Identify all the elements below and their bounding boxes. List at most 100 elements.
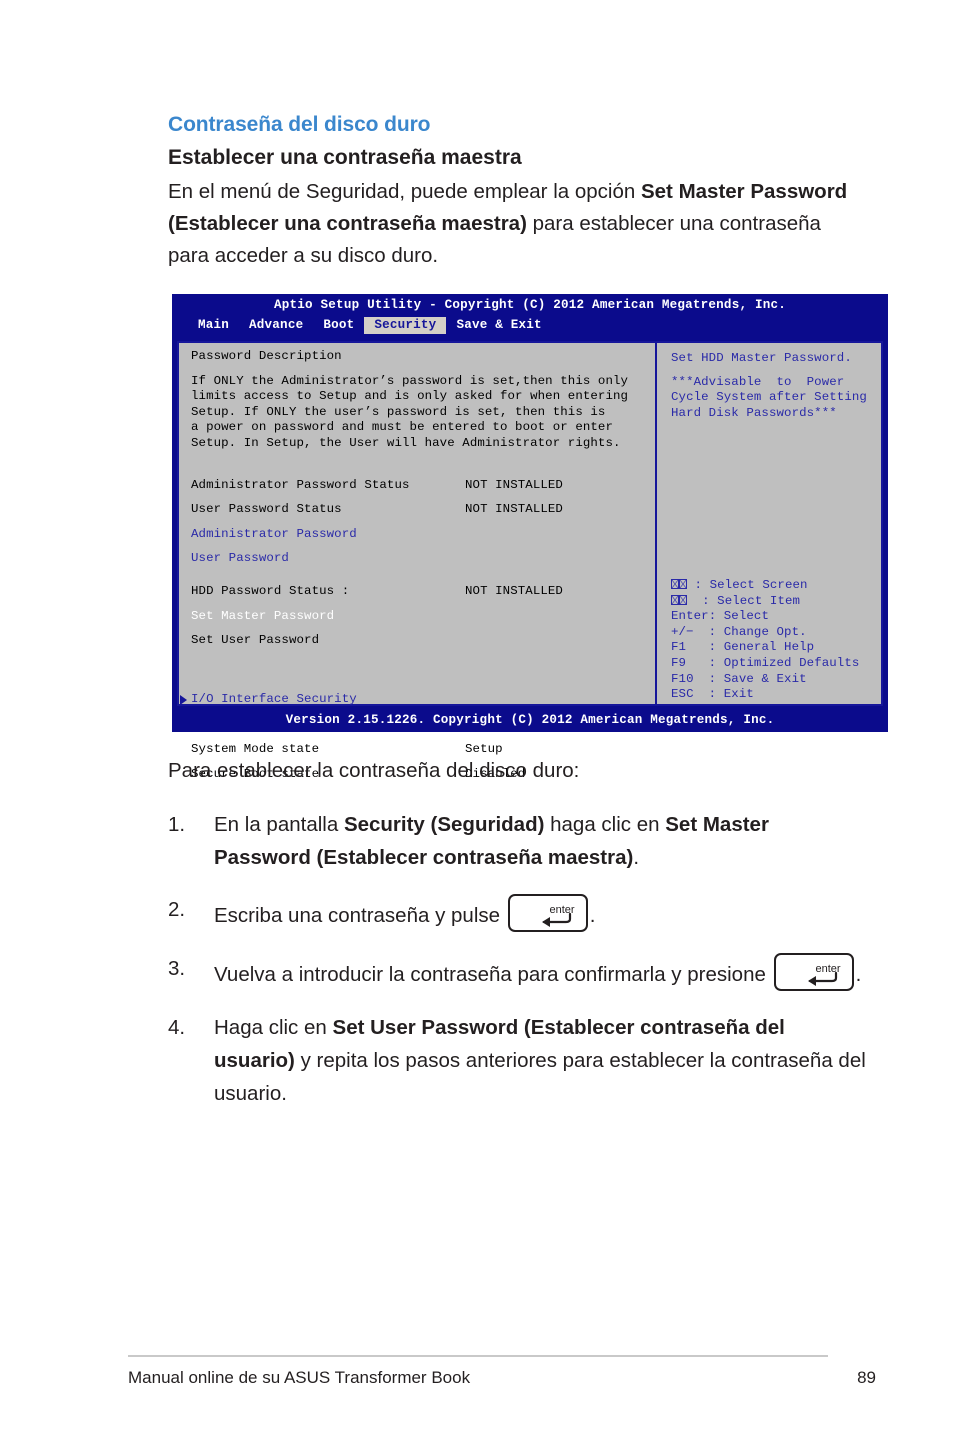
description-line: Setup. In Setup, the User will have Admi… — [191, 435, 621, 450]
description-line: If ONLY the Administrator’s password is … — [191, 373, 629, 388]
key-sep: : — [693, 671, 724, 686]
key-name: Enter — [671, 609, 709, 624]
bios-tab-main[interactable]: Main — [188, 317, 239, 334]
text-fragment: haga clic en — [544, 812, 666, 836]
text-fragment: . — [855, 963, 862, 987]
text-fragment: . — [633, 845, 640, 869]
bios-tab-security[interactable]: Security — [364, 317, 447, 334]
bios-row-hdd-password-status: HDD Password Status : NOT INSTALLED — [191, 584, 655, 600]
key-legend-row-enter: Enter: Select — [671, 609, 859, 625]
key-legend-row-f1: F1 : General Help — [671, 640, 859, 656]
list-item-number: 1. — [168, 812, 186, 836]
bios-row-administrator-password[interactable]: Administrator Password — [191, 527, 655, 543]
bios-settings-panel: Password Description If ONLY the Adminis… — [179, 343, 657, 781]
help-title: Set HDD Master Password. — [671, 351, 852, 365]
key-name: ESC — [671, 687, 694, 702]
list-item-number: 3. — [168, 957, 186, 981]
description-line: limits access to Setup and is only asked… — [191, 389, 629, 404]
key-action: Select Screen — [709, 578, 808, 592]
footer-divider — [128, 1355, 828, 1357]
key-action: General Help — [723, 640, 815, 655]
list-item-text: En la pantalla Security (Seguridad) haga… — [214, 809, 868, 875]
key-legend-row-change-opt: +/− : Change Opt. — [671, 625, 859, 641]
field-label: HDD Password Status : — [191, 583, 350, 598]
key-legend-row-select-item: : Select Item — [671, 594, 859, 610]
help-note-line: Cycle System after Setting — [671, 390, 867, 405]
field-value: NOT INSTALLED — [465, 477, 563, 492]
left-right-arrow-icon — [679, 579, 687, 589]
list-item-number: 4. — [168, 1015, 186, 1039]
bios-row-user-password[interactable]: User Password — [191, 551, 655, 567]
bios-key-legend: : Select Screen : Select Item Enter: Sel… — [671, 578, 859, 703]
list-item: 1. En la pantalla Security (Seguridad) h… — [168, 809, 868, 875]
text-fragment: Haga clic en — [214, 1015, 333, 1039]
list-item-text: Escriba una contraseña y pulse enter. — [214, 894, 868, 933]
key-action: Change Opt. — [723, 624, 807, 639]
bios-row-io-interface-security[interactable]: I/O Interface Security — [180, 692, 655, 708]
help-text-block: Set HDD Master Password. ***Advisable to… — [671, 351, 881, 421]
text-fragment: Escriba una contraseña y pulse — [214, 904, 506, 928]
key-name: F1 — [671, 640, 687, 655]
page-footer: Manual online de su ASUS Transformer Boo… — [128, 1368, 876, 1388]
bios-row-admin-password-status: Administrator Password Status NOT INSTAL… — [191, 478, 655, 494]
key-action: Save & Exit — [723, 671, 807, 686]
list-item-text: Haga clic en Set User Password (Establec… — [214, 1012, 868, 1110]
key-legend-row-f10: F10 : Save & Exit — [671, 672, 859, 688]
bios-version-bar: Version 2.15.1226. Copyright (C) 2012 Am… — [285, 713, 775, 727]
key-legend-row-esc: ESC : Exit — [671, 687, 859, 703]
instructions-lead: Para establecer la contraseña del disco … — [168, 759, 580, 782]
key-action: Select — [723, 609, 769, 624]
help-note-line: Hard Disk Passwords*** — [671, 405, 837, 420]
key-name: +/− — [671, 624, 694, 639]
bios-tab-advance[interactable]: Advance — [239, 317, 313, 334]
list-item-number: 2. — [168, 898, 186, 922]
bios-setup-screenshot: Aptio Setup Utility - Copyright (C) 2012… — [172, 294, 888, 781]
field-label: User Password Status — [191, 502, 342, 517]
list-item: 2. Escriba una contraseña y pulse enter. — [168, 894, 868, 933]
list-item-text: Vuelva a introducir la contraseña para c… — [214, 953, 868, 992]
password-description-heading: Password Description — [191, 349, 342, 363]
bios-row-user-password-status: User Password Status NOT INSTALLED — [191, 502, 655, 518]
field-value: NOT INSTALLED — [465, 502, 563, 517]
field-label: Administrator Password Status — [191, 477, 410, 492]
key-sep: : — [686, 655, 724, 670]
text-fragment-bold: Security (Seguridad) — [343, 812, 545, 836]
key-sep: : — [693, 624, 724, 639]
key-legend-row-select-screen: : Select Screen — [671, 578, 859, 594]
key-name: F9 — [671, 655, 687, 670]
instructions-section: Para establecer la contraseña del disco … — [168, 756, 868, 1130]
submenu-arrow-icon — [180, 694, 187, 705]
page-number: 89 — [857, 1368, 876, 1387]
help-note-line: ***Advisable to Power — [671, 374, 845, 389]
bios-content-area: Password Description If ONLY the Adminis… — [177, 341, 883, 781]
key-sep: : — [687, 593, 718, 608]
up-down-arrow-icon — [679, 594, 687, 605]
key-action: Optimized Defaults — [723, 655, 860, 670]
description-line: a power on password and must be entered … — [191, 420, 613, 435]
text-fragment: Vuelva a introducir la contraseña para c… — [214, 963, 772, 987]
text-fragment: . — [589, 904, 596, 928]
key-sep: : — [687, 578, 710, 592]
key-legend-row-f9: F9 : Optimized Defaults — [671, 656, 859, 672]
up-down-arrow-icon — [671, 594, 679, 605]
footer-title: Manual online de su ASUS Transformer Boo… — [128, 1368, 471, 1387]
submenu-label: I/O Interface Security — [191, 691, 357, 706]
bios-row-set-master-password[interactable]: Set Master Password — [191, 609, 655, 625]
enter-key-icon: enter — [773, 953, 854, 992]
key-sep: : — [686, 640, 724, 655]
field-value: NOT INSTALLED — [465, 583, 563, 598]
bios-row-set-user-password[interactable]: Set User Password — [191, 633, 655, 649]
document-page: Contraseña del disco duro Establecer una… — [0, 0, 954, 1438]
bios-tab-save-exit[interactable]: Save & Exit — [446, 317, 551, 334]
text-fragment: En la pantalla — [214, 812, 344, 836]
page-title: Contraseña del disco duro — [168, 113, 431, 136]
bios-menu-bar: Main Advance Boot Security Save & Exit — [172, 314, 888, 334]
key-sep: : — [693, 687, 724, 702]
text-fragment: y repita los pasos anteriores para estab… — [214, 1048, 866, 1105]
description-line: Setup. If ONLY the user’s password is se… — [191, 404, 606, 419]
left-right-arrow-icon — [671, 579, 679, 589]
enter-key-icon: enter — [507, 894, 588, 933]
key-sep: : — [708, 609, 724, 624]
bios-tab-boot[interactable]: Boot — [313, 317, 364, 334]
bios-title-bar: Aptio Setup Utility - Copyright (C) 2012… — [274, 298, 786, 312]
